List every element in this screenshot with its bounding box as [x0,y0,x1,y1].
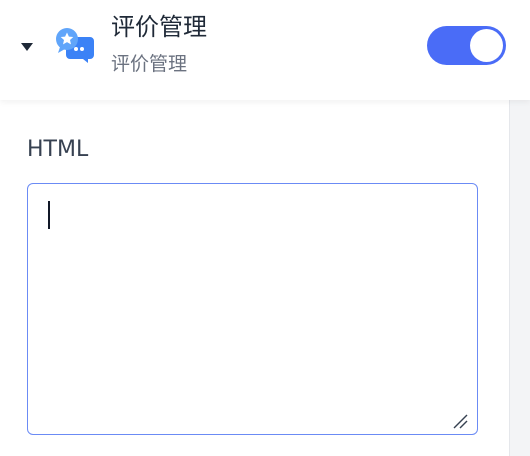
html-field-label: HTML [27,137,89,162]
plugin-title: 评价管理 [111,13,207,41]
toggle-knob [470,29,503,62]
text-cursor [48,201,50,229]
collapse-toggle-button[interactable] [16,34,38,58]
rating-chat-icon [56,28,94,63]
plugin-header: 评价管理 评价管理 [0,0,530,100]
settings-panel: HTML [0,100,510,456]
enable-toggle-switch[interactable] [427,26,506,65]
plugin-subtitle: 评价管理 [111,53,188,75]
html-textarea[interactable] [27,183,478,435]
caret-down-icon [21,43,33,51]
resize-grip-icon[interactable] [452,413,468,429]
